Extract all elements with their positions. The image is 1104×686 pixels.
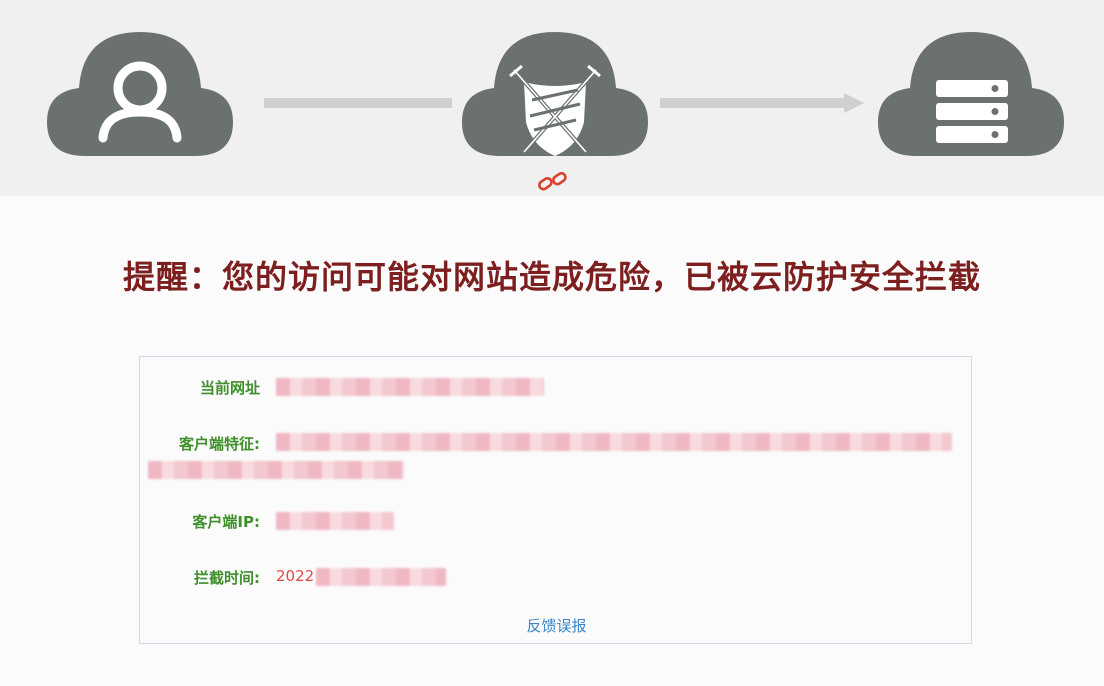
arrow-right-icon xyxy=(844,93,864,113)
current-url-label: 当前网址 xyxy=(199,379,260,397)
server-icon xyxy=(878,32,1064,156)
firewall-cloud xyxy=(460,30,650,160)
intercept-time-value-redacted xyxy=(316,568,446,586)
intercept-time-value: 2022 xyxy=(276,567,315,585)
current-url-value-redacted xyxy=(276,378,544,396)
flow-banner xyxy=(0,0,1104,196)
warning-title: 提醒：您的访问可能对网站造成危险，已被云防护安全拦截 xyxy=(122,258,981,296)
block-info-panel: 当前网址 客户端特征: 客户端IP: 拦截时间: 2022 反馈误报 xyxy=(139,356,972,644)
client-features-label: 客户端特征: xyxy=(179,435,260,453)
report-false-positive-link[interactable]: 反馈误报 xyxy=(140,615,973,636)
user-icon xyxy=(47,32,233,156)
connector-left xyxy=(264,98,452,108)
shield-swords-icon xyxy=(462,32,648,156)
client-features-value-redacted xyxy=(276,433,952,451)
user-cloud xyxy=(45,30,235,160)
server-cloud xyxy=(876,30,1066,160)
intercept-time-label: 拦截时间: xyxy=(194,569,260,587)
client-ip-value-redacted xyxy=(276,512,394,530)
broken-link-icon xyxy=(536,168,570,196)
block-page: 提醒：您的访问可能对网站造成危险，已被云防护安全拦截 当前网址 客户端特征: 客… xyxy=(0,0,1104,686)
client-features-value-redacted-line2 xyxy=(148,461,404,479)
connector-right xyxy=(660,98,846,108)
client-ip-label: 客户端IP: xyxy=(192,513,260,531)
